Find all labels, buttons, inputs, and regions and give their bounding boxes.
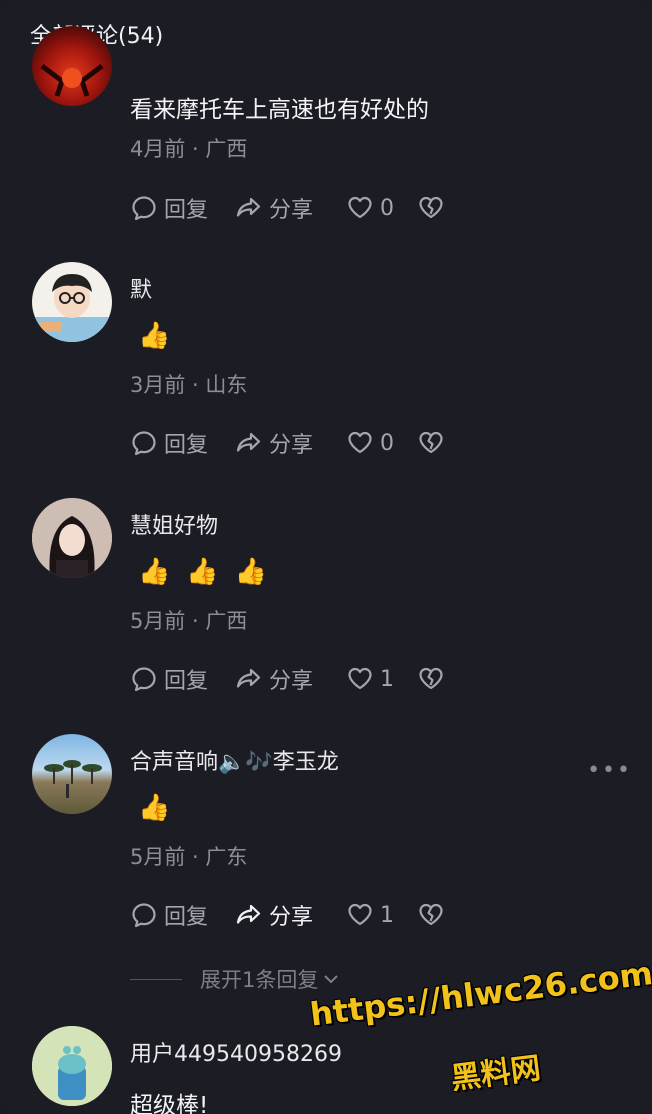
dislike-button[interactable] [417, 663, 451, 695]
reply-button[interactable]: 回复 [130, 663, 208, 695]
like-count: 0 [380, 430, 394, 456]
share-button[interactable]: 分享 [235, 899, 313, 931]
heart-icon [348, 667, 372, 690]
avatar-image [32, 274, 112, 342]
dislike-button[interactable] [417, 427, 451, 459]
broken-heart-icon [419, 903, 443, 926]
avatar[interactable] [32, 262, 112, 342]
share-label: 分享 [269, 198, 314, 223]
avatar-image [32, 1026, 112, 1106]
comment-text: 超级棒! [130, 1093, 209, 1114]
watermark-site-name: 黑料网 [448, 1050, 543, 1097]
comment-bubble-icon [132, 903, 156, 928]
broken-heart-icon [419, 196, 443, 219]
dislike-button[interactable] [417, 899, 451, 931]
share-button[interactable]: 分享 [235, 192, 313, 224]
comment-username[interactable]: 合声音响🔈🎶李玉龙 [130, 744, 339, 776]
like-button[interactable]: 0 [346, 192, 394, 224]
comment-bubble-icon [132, 667, 156, 692]
divider [130, 978, 182, 980]
share-button[interactable]: 分享 [235, 427, 313, 459]
reply-label: 回复 [164, 905, 209, 930]
comment-meta: 4月前 · 广西 [130, 137, 248, 161]
share-label: 分享 [269, 433, 314, 458]
share-arrow-icon [236, 432, 261, 452]
comment-username[interactable]: 用户449540958269 [130, 1036, 342, 1068]
comment-text: 看来摩托车上高速也有好处的 [130, 97, 429, 123]
heart-icon [348, 196, 372, 219]
like-count: 0 [380, 195, 394, 221]
avatar[interactable] [32, 26, 112, 106]
comment-meta: 5月前 · 广东 [130, 845, 248, 869]
reply-button[interactable]: 回复 [130, 192, 208, 224]
broken-heart-icon [419, 431, 443, 454]
share-label: 分享 [269, 669, 314, 694]
comment-meta: 3月前 · 山东 [130, 373, 248, 397]
comment-actions: 回复 分享 0 [130, 192, 470, 224]
share-button[interactable]: 分享 [235, 663, 313, 695]
comment-actions: 回复 分享 1 [130, 899, 470, 931]
broken-heart-icon [419, 667, 443, 690]
share-arrow-icon [236, 904, 261, 924]
reply-label: 回复 [164, 433, 209, 458]
comment-emoji: 👍 [138, 321, 187, 351]
comment-bubble-icon [132, 196, 156, 221]
reply-label: 回复 [164, 669, 209, 694]
share-arrow-icon [236, 197, 261, 217]
comment-actions: 回复 分享 0 [130, 427, 470, 459]
avatar-image [44, 760, 102, 798]
avatar-image [40, 64, 104, 97]
expand-replies-label: 展开1条回复 [200, 968, 319, 992]
comment-bubble-icon [132, 431, 156, 456]
avatar[interactable] [32, 734, 112, 814]
share-arrow-icon [236, 668, 261, 688]
reply-button[interactable]: 回复 [130, 427, 208, 459]
like-count: 1 [380, 902, 394, 928]
comment-emoji: 👍 [138, 793, 187, 823]
reply-button[interactable]: 回复 [130, 899, 208, 931]
dislike-button[interactable] [417, 192, 451, 224]
avatar-image [32, 498, 112, 578]
comment-username[interactable]: 默 [130, 272, 152, 304]
like-count: 1 [380, 666, 394, 692]
heart-icon [348, 903, 372, 926]
reply-label: 回复 [164, 198, 209, 223]
heart-icon [348, 431, 372, 454]
like-button[interactable]: 1 [346, 663, 394, 695]
chevron-down-icon [324, 975, 339, 984]
more-dots-icon[interactable]: ••• [587, 758, 632, 783]
comment-meta: 5月前 · 广西 [130, 609, 248, 633]
watermark-url: https://hlwc26.com [308, 953, 652, 1034]
like-button[interactable]: 1 [346, 899, 394, 931]
expand-replies-button[interactable]: 展开1条回复 [130, 964, 342, 994]
comment-emoji: 👍👍👍 [138, 557, 284, 587]
comment-actions: 回复 分享 1 [130, 663, 470, 695]
like-button[interactable]: 0 [346, 427, 394, 459]
comment-username[interactable]: 慧姐好物 [130, 508, 218, 540]
comments-panel: 全部评论(54) 看来摩托车上高速也有好处的 4月前 · 广西 回复 分享 0 [0, 0, 652, 1114]
avatar[interactable] [32, 498, 112, 578]
avatar[interactable] [32, 1026, 112, 1106]
share-label: 分享 [269, 905, 314, 930]
